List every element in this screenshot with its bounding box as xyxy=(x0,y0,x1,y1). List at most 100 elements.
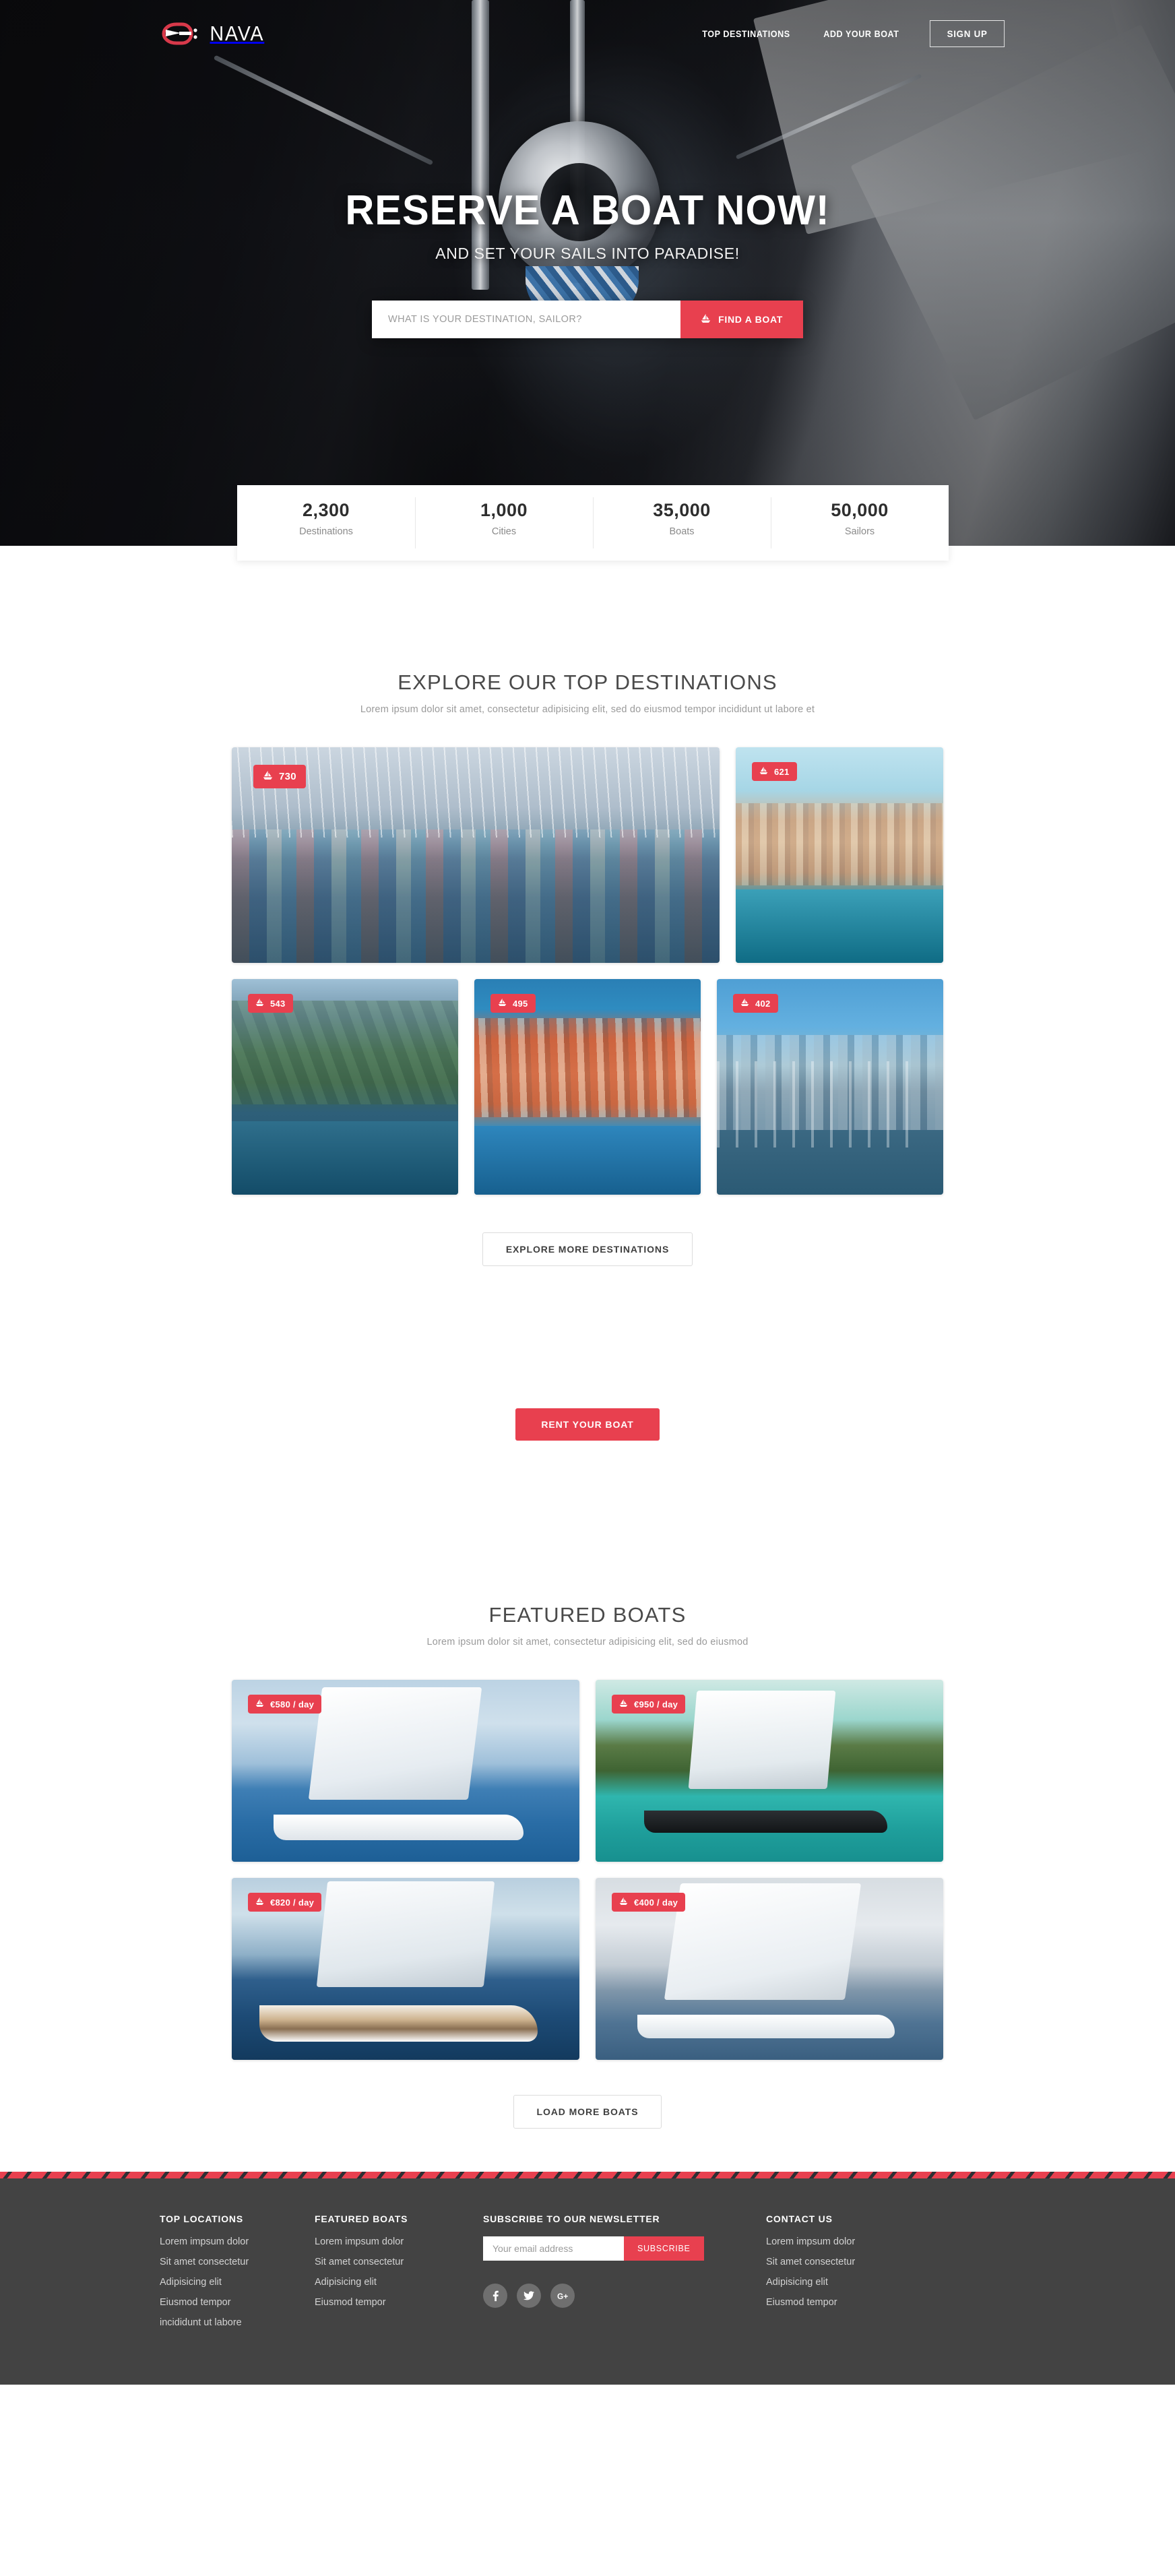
google-plus-icon[interactable]: G+ xyxy=(550,2284,575,2308)
hero-section: NAVA TOP DESTINATIONS ADD YOUR BOAT SIGN… xyxy=(0,0,1175,546)
explore-more-destinations-button[interactable]: EXPLORE MORE DESTINATIONS xyxy=(482,1232,693,1266)
boat-card[interactable]: €950 / day xyxy=(596,1680,943,1862)
footer-columns: TOP LOCATIONS Lorem impsum dolor Sit ame… xyxy=(143,2213,1032,2337)
stat-sailors: 50,000 Sailors xyxy=(771,485,949,561)
featured-boats-section: FEATURED BOATS Lorem ipsum dolor sit ame… xyxy=(0,1583,1175,2129)
destinations-subtitle: Lorem ipsum dolor sit amet, consectetur … xyxy=(360,704,815,715)
boat-count-badge: 730 xyxy=(253,765,306,788)
sailboat-icon xyxy=(255,1897,264,1908)
boat-count-value: 402 xyxy=(755,998,771,1009)
boat-price-badge: €400 / day xyxy=(612,1893,686,1912)
footer-link[interactable]: Adipisicing elit xyxy=(766,2277,968,2288)
footer-column-title: TOP LOCATIONS xyxy=(160,2213,243,2224)
destination-card[interactable]: 402 xyxy=(717,979,943,1195)
boat-count-badge: 543 xyxy=(248,994,293,1013)
stat-value: 50,000 xyxy=(831,500,889,520)
stat-label: Sailors xyxy=(844,526,875,537)
destinations-row: 730 621 xyxy=(232,747,943,963)
landing-page: NAVA TOP DESTINATIONS ADD YOUR BOAT SIGN… xyxy=(0,0,1175,2385)
featured-boats-row: €820 / day €400 / day xyxy=(232,1878,943,2060)
featured-boats-row: €580 / day €950 / day xyxy=(232,1680,943,1862)
destination-search-form: FIND A BOAT xyxy=(372,301,803,339)
rent-your-boat-button[interactable]: RENT YOUR BOAT xyxy=(515,1408,660,1441)
stat-boats: 35,000 Boats xyxy=(593,485,771,561)
footer-column-title: CONTACT US xyxy=(766,2213,833,2224)
sailboat-icon xyxy=(740,998,749,1009)
boat-count-badge: 402 xyxy=(733,994,778,1013)
hero-title: RESERVE A BOAT NOW! xyxy=(345,187,830,234)
hero-subtitle: AND SET YOUR SAILS INTO PARADISE! xyxy=(435,245,740,263)
logo-text: NAVA xyxy=(210,22,265,45)
footer-link[interactable]: Eiusmod tempor xyxy=(766,2297,968,2308)
boat-price-badge: €580 / day xyxy=(248,1695,322,1714)
boat-card[interactable]: €580 / day xyxy=(232,1680,579,1862)
boat-price-badge: €820 / day xyxy=(248,1893,322,1912)
destinations-title: EXPLORE OUR TOP DESTINATIONS xyxy=(398,670,777,694)
subscribe-button[interactable]: SUBSCRIBE xyxy=(624,2236,704,2261)
boat-price-value: €580 / day xyxy=(270,1699,315,1709)
nav-links: TOP DESTINATIONS ADD YOUR BOAT SIGN UP xyxy=(697,20,1175,47)
footer-link[interactable]: Adipisicing elit xyxy=(160,2277,315,2288)
featured-header: FEATURED BOATS Lorem ipsum dolor sit ame… xyxy=(0,1603,1175,1647)
destinations-header: EXPLORE OUR TOP DESTINATIONS Lorem ipsum… xyxy=(0,670,1175,715)
boat-card[interactable]: €400 / day xyxy=(596,1878,943,2060)
footer-link[interactable]: Eiusmod tempor xyxy=(160,2297,315,2308)
destinations-section: EXPLORE OUR TOP DESTINATIONS Lorem ipsum… xyxy=(0,546,1175,1266)
top-navigation-bar: NAVA TOP DESTINATIONS ADD YOUR BOAT SIGN… xyxy=(0,0,1175,67)
nava-anchor-logo-icon xyxy=(162,22,199,45)
destination-card[interactable]: 543 xyxy=(232,979,458,1195)
footer-link[interactable]: Lorem impsum dolor xyxy=(766,2236,968,2247)
footer-link[interactable]: Sit amet consectetur xyxy=(160,2257,315,2267)
twitter-icon[interactable] xyxy=(517,2284,541,2308)
footer-newsletter-column: SUBSCRIBE TO OUR NEWSLETTER SUBSCRIBE xyxy=(483,2213,766,2337)
rent-your-boat-section: RENT YOUR BOAT xyxy=(0,1266,1175,1583)
destination-card[interactable]: 495 xyxy=(474,979,701,1195)
boat-count-badge: 495 xyxy=(490,994,536,1013)
stat-label: Destinations xyxy=(299,526,353,537)
boat-card[interactable]: €820 / day xyxy=(232,1878,579,2060)
sailboat-icon xyxy=(619,1897,628,1908)
sailboat-icon xyxy=(759,766,768,777)
footer-link[interactable]: Sit amet consectetur xyxy=(766,2257,968,2267)
footer-link[interactable]: Lorem impsum dolor xyxy=(315,2236,483,2247)
site-footer: TOP LOCATIONS Lorem impsum dolor Sit ame… xyxy=(0,2178,1175,2385)
find-a-boat-button[interactable]: FIND A BOAT xyxy=(680,301,803,339)
destination-card[interactable]: 730 xyxy=(232,747,720,963)
boat-count-badge: 621 xyxy=(752,762,797,781)
boat-count-value: 495 xyxy=(513,998,528,1009)
sailboat-icon xyxy=(263,770,273,783)
footer-contact-column: CONTACT US Lorem impsum dolor Sit amet c… xyxy=(766,2213,968,2337)
nav-add-your-boat[interactable]: ADD YOUR BOAT xyxy=(823,28,899,39)
boat-count-value: 621 xyxy=(774,766,790,777)
boat-count-value: 730 xyxy=(279,771,296,782)
featured-boats-grid: €580 / day €950 / day €820 / day €400 / … xyxy=(232,1680,943,2060)
footer-link[interactable]: Lorem impsum dolor xyxy=(160,2236,315,2247)
boat-count-value: 543 xyxy=(270,998,286,1009)
social-links: G+ xyxy=(483,2284,766,2308)
sailboat-icon xyxy=(255,998,264,1009)
stat-value: 1,000 xyxy=(480,500,528,520)
destination-card[interactable]: 621 xyxy=(736,747,943,963)
boat-price-badge: €950 / day xyxy=(612,1695,686,1714)
search-input[interactable] xyxy=(372,301,681,339)
newsletter-form: SUBSCRIBE xyxy=(483,2236,704,2261)
load-more-boats-button[interactable]: LOAD MORE BOATS xyxy=(513,2095,662,2129)
facebook-icon[interactable] xyxy=(483,2284,507,2308)
sailboat-icon xyxy=(701,313,711,325)
footer-link[interactable]: Sit amet consectetur xyxy=(315,2257,483,2267)
sign-up-button[interactable]: SIGN UP xyxy=(929,20,1005,47)
footer-top-locations-column: TOP LOCATIONS Lorem impsum dolor Sit ame… xyxy=(160,2213,315,2337)
nav-top-destinations[interactable]: TOP DESTINATIONS xyxy=(702,28,790,39)
newsletter-email-input[interactable] xyxy=(483,2236,624,2261)
stat-value: 2,300 xyxy=(302,500,350,520)
footer-link[interactable]: Adipisicing elit xyxy=(315,2277,483,2288)
footer-link[interactable]: incididunt ut labore xyxy=(160,2317,315,2328)
featured-subtitle: Lorem ipsum dolor sit amet, consectetur … xyxy=(426,1637,749,1647)
footer-link[interactable]: Eiusmod tempor xyxy=(315,2297,483,2308)
logo-link[interactable]: NAVA xyxy=(162,22,267,46)
boat-price-value: €820 / day xyxy=(270,1897,315,1908)
find-a-boat-label: FIND A BOAT xyxy=(718,314,783,325)
featured-title: FEATURED BOATS xyxy=(488,1603,687,1627)
stat-cities: 1,000 Cities xyxy=(415,485,593,561)
destinations-row: 543 495 402 xyxy=(232,979,943,1195)
